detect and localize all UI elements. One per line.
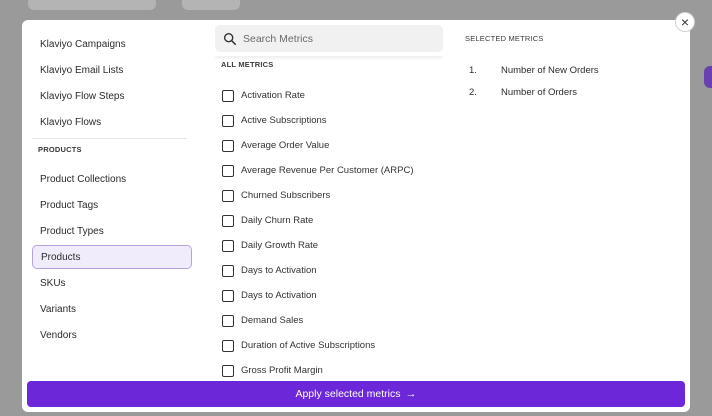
nav-item[interactable]: SKUs	[32, 271, 192, 295]
background-pill	[28, 0, 156, 10]
nav-item[interactable]: Klaviyo Flows	[32, 110, 192, 134]
nav-item[interactable]: Klaviyo Campaigns	[32, 32, 192, 56]
metric-checkbox[interactable]	[222, 364, 234, 377]
nav-item-label: Klaviyo Flow Steps	[40, 90, 125, 102]
close-icon: ×	[680, 14, 690, 30]
metric-label: Churned Subscribers	[241, 190, 331, 201]
nav-item[interactable]: Klaviyo Flow Steps	[32, 84, 192, 108]
all-metrics-heading: ALL METRICS	[221, 60, 274, 69]
metric-row[interactable]: Duration of Active Subscriptions	[215, 333, 443, 358]
metric-checkbox[interactable]	[222, 139, 234, 152]
nav-item-label: Product Collections	[40, 173, 127, 185]
nav-item[interactable]: Klaviyo Email Lists	[32, 58, 192, 82]
selected-metrics-heading: SELECTED METRICS	[465, 34, 544, 43]
metric-row[interactable]: Average Revenue Per Customer (ARPC)	[215, 158, 443, 183]
metric-row[interactable]: Demand Sales	[215, 308, 443, 333]
close-button[interactable]: ×	[675, 12, 695, 32]
metric-label: Days to Activation	[241, 290, 317, 301]
search-box[interactable]	[215, 25, 443, 52]
metric-checkbox[interactable]	[222, 214, 234, 227]
nav-item[interactable]: Variants	[32, 297, 192, 321]
metrics-modal: Klaviyo Campaigns Klaviyo Email Lists Kl…	[22, 20, 690, 412]
metric-row[interactable]: Days to Activation	[215, 283, 443, 308]
metric-row[interactable]: Daily Growth Rate	[215, 233, 443, 258]
background-pill	[182, 0, 240, 10]
metric-row[interactable]: Days to Activation	[215, 258, 443, 283]
metric-checkbox[interactable]	[222, 239, 234, 252]
metric-checkbox[interactable]	[222, 289, 234, 302]
section-heading-products: PRODUCTS	[38, 145, 82, 154]
metric-label: Gross Profit Margin	[241, 365, 323, 376]
nav-item-products-active[interactable]: Products	[32, 245, 192, 269]
apply-button-label: Apply selected metrics	[295, 388, 401, 400]
metric-checkbox[interactable]	[222, 89, 234, 102]
nav-item[interactable]: Product Types	[32, 219, 192, 243]
selected-metric-label: Number of New Orders	[501, 64, 599, 76]
search-shadow	[215, 52, 443, 56]
search-icon	[223, 32, 237, 45]
selected-metric-number: 1.	[469, 64, 477, 76]
nav-item[interactable]: Vendors	[32, 323, 192, 347]
metric-row[interactable]: Activation Rate	[215, 83, 443, 108]
nav-item-label: Products	[41, 251, 81, 263]
left-nav: Klaviyo Campaigns Klaviyo Email Lists Kl…	[32, 32, 192, 349]
metric-checkbox[interactable]	[222, 114, 234, 127]
metric-row[interactable]: Churned Subscribers	[215, 183, 443, 208]
arrow-right-icon: →	[405, 388, 417, 400]
nav-item[interactable]: Product Tags	[32, 193, 192, 217]
metric-row[interactable]: Gross Profit Margin	[215, 358, 443, 380]
nav-item-label: Product Types	[40, 225, 104, 237]
nav-item-label: Vendors	[40, 329, 77, 341]
metric-row[interactable]: Daily Churn Rate	[215, 208, 443, 233]
metric-label: Days to Activation	[241, 265, 317, 276]
metric-label: Duration of Active Subscriptions	[241, 340, 376, 351]
metric-label: Average Revenue Per Customer (ARPC)	[241, 165, 414, 176]
metrics-list-panel: ALL METRICS Activation Rate Active Subsc…	[215, 25, 443, 380]
nav-item-label: Variants	[40, 303, 76, 315]
nav-item-label: Product Tags	[40, 199, 99, 211]
selected-metrics-panel: SELECTED METRICS 1. Number of New Orders…	[465, 34, 675, 103]
nav-item-label: SKUs	[40, 277, 66, 289]
nav-item[interactable]: Product Collections	[32, 167, 192, 191]
metric-label: Daily Churn Rate	[241, 215, 314, 226]
apply-selected-metrics-button[interactable]: Apply selected metrics →	[27, 381, 685, 407]
search-input[interactable]	[243, 32, 423, 45]
metric-checkbox[interactable]	[222, 339, 234, 352]
metric-row[interactable]: Average Order Value	[215, 133, 443, 158]
selected-metric-label: Number of Orders	[501, 86, 578, 98]
metric-checkbox[interactable]	[222, 264, 234, 277]
nav-divider	[32, 138, 187, 139]
metric-label: Average Order Value	[241, 140, 330, 151]
selected-metric-number: 2.	[469, 86, 477, 98]
metric-checkbox[interactable]	[222, 189, 234, 202]
metric-label: Activation Rate	[241, 90, 305, 101]
metric-label: Active Subscriptions	[241, 115, 327, 126]
nav-item-label: Klaviyo Email Lists	[40, 64, 124, 76]
metric-row[interactable]: Active Subscriptions	[215, 108, 443, 133]
background-accent	[704, 66, 712, 88]
selected-metric-item[interactable]: 2. Number of Orders	[465, 81, 675, 103]
selected-metric-item[interactable]: 1. Number of New Orders	[465, 59, 675, 81]
metric-checkbox[interactable]	[222, 314, 234, 327]
metric-label: Daily Growth Rate	[241, 240, 319, 251]
metric-label: Demand Sales	[241, 315, 304, 326]
nav-item-label: Klaviyo Campaigns	[40, 38, 126, 50]
metric-checkbox[interactable]	[222, 164, 234, 177]
nav-item-label: Klaviyo Flows	[40, 116, 102, 128]
